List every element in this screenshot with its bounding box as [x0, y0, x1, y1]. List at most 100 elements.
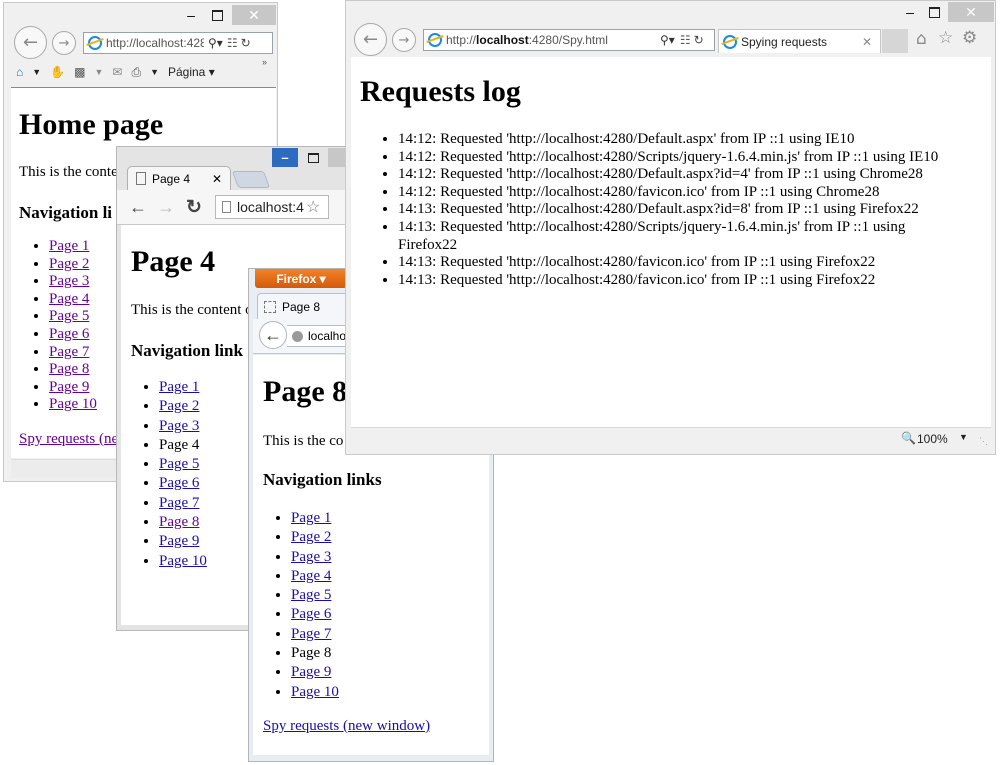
globe-icon [292, 330, 303, 342]
nav-link-page-10[interactable]: Page 10 [159, 553, 207, 569]
firefox-menu-button[interactable]: Firefox ▾ [255, 269, 347, 288]
page-description: This is the co [263, 433, 344, 449]
reload-button[interactable]: ↻ [183, 196, 205, 218]
minimize-button[interactable]: – [179, 6, 203, 24]
nav-link-page-1[interactable]: Page 1 [291, 510, 331, 526]
mail-icon[interactable]: ✉ [112, 65, 122, 79]
overflow-chevron[interactable]: » [262, 57, 267, 67]
nav-link-page-10[interactable]: Page 10 [49, 396, 97, 412]
address-text: http://localhost:4280/Spy.html [446, 33, 646, 47]
compat-icon[interactable]: ☷ [227, 36, 238, 50]
tab-close-icon[interactable]: ✕ [862, 35, 872, 49]
hand-icon[interactable]: ✋ [50, 65, 65, 79]
favorites-star-icon[interactable]: ☆ [938, 28, 953, 48]
nav-link-page-2[interactable]: Page 2 [291, 529, 331, 545]
maximize-button[interactable] [300, 148, 326, 167]
close-button[interactable]: ✕ [232, 5, 276, 25]
nav-link-page-5[interactable]: Page 5 [49, 308, 89, 324]
forward-button[interactable]: → [392, 28, 416, 52]
home-icon[interactable]: ⌂ [916, 29, 927, 49]
nav-link-page-4[interactable]: Page 4 [291, 568, 331, 584]
back-button[interactable]: ← [14, 26, 47, 59]
nav-link-page-3[interactable]: Page 3 [49, 273, 89, 289]
nav-link-page-5[interactable]: Page 5 [291, 587, 331, 603]
minimize-button[interactable]: – [898, 3, 922, 21]
log-entry: 14:13: Requested 'http://localhost:4280/… [398, 272, 968, 290]
log-entry: 14:13: Requested 'http://localhost:4280/… [398, 219, 968, 254]
address-bar[interactable]: http://localhost:428 ⚲▾ ☷ ↻ [83, 32, 273, 54]
nav-link-page-8[interactable]: Page 8 [159, 514, 199, 530]
back-button[interactable]: ← [127, 197, 149, 217]
nav-link-page-9[interactable]: Page 9 [291, 664, 331, 680]
nav-link-page-7[interactable]: Page 7 [159, 495, 199, 511]
nav-link-page-6[interactable]: Page 6 [291, 606, 331, 622]
nav-link-page-4[interactable]: Page 4 [49, 291, 89, 307]
forward-button[interactable]: → [52, 31, 76, 55]
nav-link-page-2[interactable]: Page 2 [49, 256, 89, 272]
tab-title: Spying requests [741, 34, 828, 49]
maximize-button[interactable] [205, 6, 229, 24]
page-content: Requests log 14:12: Requested 'http://lo… [351, 57, 991, 427]
settings-gear-icon[interactable]: ⚙ [962, 28, 977, 48]
back-button[interactable]: ← [354, 23, 387, 56]
ie-logo-icon [88, 36, 102, 50]
page-icon [222, 201, 231, 213]
tab-close-icon[interactable]: ✕ [212, 172, 222, 186]
nav-link-page-9[interactable]: Page 9 [159, 533, 199, 549]
maximize-button[interactable] [922, 3, 946, 21]
zoom-icon: 🔍 [901, 431, 916, 445]
tab-page-4[interactable]: Page 4 ✕ [127, 166, 231, 190]
page-menu[interactable]: Página ▾ [168, 65, 215, 79]
current-page-label: Page 4 [159, 436, 200, 453]
print-icon[interactable]: ⎙ [131, 65, 141, 80]
tab-spying-requests[interactable]: Spying requests ✕ [718, 29, 881, 53]
address-host: localhost [476, 33, 529, 47]
bookmark-star-icon[interactable]: ☆ [306, 197, 320, 217]
address-bar[interactable]: localhost:4 ☆ [215, 195, 329, 219]
tab-page-8[interactable]: Page 8 [257, 293, 357, 319]
compat-icon[interactable]: ☷ [680, 33, 691, 47]
new-tab-button[interactable] [882, 29, 908, 53]
nav-link-page-10[interactable]: Page 10 [291, 684, 339, 700]
home-icon[interactable]: ⌂ [16, 65, 23, 79]
ie-logo-icon [428, 33, 442, 47]
page-icon [264, 300, 276, 313]
refresh-icon[interactable]: ↻ [241, 36, 251, 50]
nav-link-page-3[interactable]: Page 3 [159, 418, 199, 434]
nav-link-page-7[interactable]: Page 7 [291, 626, 331, 642]
nav-link-page-1[interactable]: Page 1 [159, 379, 199, 395]
refresh-icon[interactable]: ↻ [694, 33, 704, 47]
address-bar[interactable]: http://localhost:4280/Spy.html ⚲▾ ☷ ↻ [423, 29, 715, 51]
page-heading: Page 4 [131, 245, 216, 278]
dropdown-icon[interactable]: ▼ [94, 67, 103, 77]
address-text: localhost:4 [237, 199, 304, 215]
nav-link-page-8[interactable]: Page 8 [49, 361, 89, 377]
dropdown-icon[interactable]: ▼ [150, 67, 159, 77]
zoom-dropdown[interactable]: ▼ [959, 432, 968, 442]
nav-link-page-1[interactable]: Page 1 [49, 238, 89, 254]
nav-heading: Navigation li [19, 203, 113, 222]
nav-link-page-2[interactable]: Page 2 [159, 398, 199, 414]
nav-link-page-9[interactable]: Page 9 [49, 379, 89, 395]
search-icon[interactable]: ⚲▾ [208, 36, 223, 50]
nav-link-page-6[interactable]: Page 6 [159, 475, 199, 491]
spy-requests-link[interactable]: Spy requests (new window) [263, 718, 430, 735]
close-button[interactable]: ✕ [948, 2, 994, 22]
new-tab-button[interactable] [231, 171, 271, 188]
minimize-button[interactable]: – [272, 148, 298, 167]
resize-grip[interactable]: ⋱ [979, 436, 988, 447]
feeds-icon[interactable]: ▩ [74, 65, 85, 79]
page-description: This is the conte [19, 164, 118, 180]
dropdown-icon[interactable]: ▼ [32, 67, 41, 77]
nav-link-page-7[interactable]: Page 7 [49, 344, 89, 360]
page-heading: Page 8 [263, 375, 348, 408]
spy-requests-link[interactable]: Spy requests (ne [19, 431, 118, 448]
nav-link-page-6[interactable]: Page 6 [49, 326, 89, 342]
nav-link-page-3[interactable]: Page 3 [291, 549, 331, 565]
zoom-level[interactable]: 100% [917, 432, 948, 446]
search-icon[interactable]: ⚲▾ [660, 33, 675, 47]
back-button[interactable]: ← [259, 321, 287, 349]
page-heading: Home page [19, 108, 164, 141]
nav-link-page-5[interactable]: Page 5 [159, 456, 199, 472]
forward-button[interactable]: → [155, 197, 177, 217]
